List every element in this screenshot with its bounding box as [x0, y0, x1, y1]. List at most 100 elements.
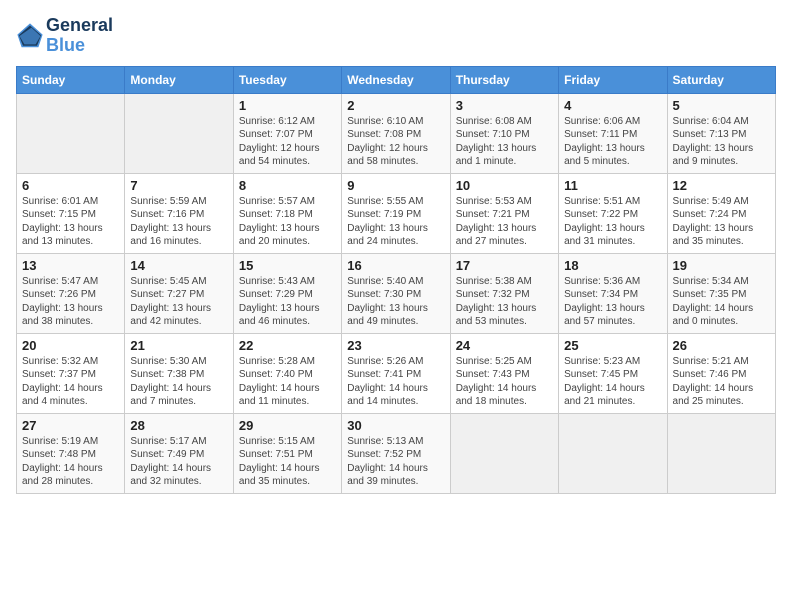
calendar-cell: 12 Sunrise: 5:49 AM Sunset: 7:24 PM Dayli…	[667, 173, 775, 253]
calendar-cell: 15Sunrise: 5:43 AM Sunset: 7:29 PM Dayli…	[233, 253, 341, 333]
logo-text: GeneralBlue	[46, 16, 113, 56]
calendar-header-monday: Monday	[125, 66, 233, 93]
day-info: Sunrise: 5:43 AM Sunset: 7:29 PM Dayligh…	[239, 275, 336, 329]
day-info: Sunrise: 5:53 AM Sunset: 7:21 PM Dayligh…	[456, 195, 553, 249]
calendar-week-row: 13 Sunrise: 5:47 AM Sunset: 7:26 PM Dayli…	[17, 253, 776, 333]
calendar-cell: 16 Sunrise: 5:40 AM Sunset: 7:30 PM Dayli…	[342, 253, 450, 333]
calendar-header-row: SundayMondayTuesdayWednesdayThursdayFrid…	[17, 66, 776, 93]
calendar-cell: 11Sunrise: 5:51 AM Sunset: 7:22 PM Dayli…	[559, 173, 667, 253]
calendar-cell: 25 Sunrise: 5:23 AM Sunset: 7:45 PM Dayli…	[559, 333, 667, 413]
day-info: Sunrise: 5:21 AM Sunset: 7:46 PM Dayligh…	[673, 355, 770, 409]
page-header: GeneralBlue	[16, 16, 776, 56]
calendar-cell: 4 Sunrise: 6:06 AM Sunset: 7:11 PM Daylig…	[559, 93, 667, 173]
day-info: Sunrise: 5:55 AM Sunset: 7:19 PM Dayligh…	[347, 195, 444, 249]
calendar-cell: 18 Sunrise: 5:36 AM Sunset: 7:34 PM Dayli…	[559, 253, 667, 333]
day-number: 10	[456, 178, 553, 193]
day-number: 1	[239, 98, 336, 113]
day-info: Sunrise: 5:30 AM Sunset: 7:38 PM Dayligh…	[130, 355, 227, 409]
calendar-week-row: 20 Sunrise: 5:32 AM Sunset: 7:37 PM Dayli…	[17, 333, 776, 413]
day-number: 21	[130, 338, 227, 353]
calendar-week-row: 27Sunrise: 5:19 AM Sunset: 7:48 PM Dayli…	[17, 413, 776, 493]
day-number: 20	[22, 338, 119, 353]
calendar-cell: 13 Sunrise: 5:47 AM Sunset: 7:26 PM Dayli…	[17, 253, 125, 333]
calendar-header-friday: Friday	[559, 66, 667, 93]
day-info: Sunrise: 5:57 AM Sunset: 7:18 PM Dayligh…	[239, 195, 336, 249]
logo: GeneralBlue	[16, 16, 113, 56]
day-number: 24	[456, 338, 553, 353]
day-number: 13	[22, 258, 119, 273]
calendar-cell: 17Sunrise: 5:38 AM Sunset: 7:32 PM Dayli…	[450, 253, 558, 333]
logo-icon	[16, 22, 44, 50]
calendar-cell: 5 Sunrise: 6:04 AM Sunset: 7:13 PM Daylig…	[667, 93, 775, 173]
day-number: 17	[456, 258, 553, 273]
day-number: 22	[239, 338, 336, 353]
day-info: Sunrise: 6:12 AM Sunset: 7:07 PM Dayligh…	[239, 115, 336, 169]
calendar-week-row: 1 Sunrise: 6:12 AM Sunset: 7:07 PM Daylig…	[17, 93, 776, 173]
day-info: Sunrise: 5:36 AM Sunset: 7:34 PM Dayligh…	[564, 275, 661, 329]
day-info: Sunrise: 6:01 AM Sunset: 7:15 PM Dayligh…	[22, 195, 119, 249]
day-number: 14	[130, 258, 227, 273]
calendar-cell	[450, 413, 558, 493]
calendar-cell: 22 Sunrise: 5:28 AM Sunset: 7:40 PM Dayli…	[233, 333, 341, 413]
day-number: 18	[564, 258, 661, 273]
day-info: Sunrise: 5:40 AM Sunset: 7:30 PM Dayligh…	[347, 275, 444, 329]
day-info: Sunrise: 5:28 AM Sunset: 7:40 PM Dayligh…	[239, 355, 336, 409]
calendar-header-sunday: Sunday	[17, 66, 125, 93]
day-number: 30	[347, 418, 444, 433]
day-info: Sunrise: 5:59 AM Sunset: 7:16 PM Dayligh…	[130, 195, 227, 249]
calendar-cell: 20 Sunrise: 5:32 AM Sunset: 7:37 PM Dayli…	[17, 333, 125, 413]
calendar-cell: 27Sunrise: 5:19 AM Sunset: 7:48 PM Dayli…	[17, 413, 125, 493]
calendar-cell: 6 Sunrise: 6:01 AM Sunset: 7:15 PM Daylig…	[17, 173, 125, 253]
day-number: 4	[564, 98, 661, 113]
day-number: 8	[239, 178, 336, 193]
day-number: 12	[673, 178, 770, 193]
calendar-cell	[667, 413, 775, 493]
calendar-week-row: 6 Sunrise: 6:01 AM Sunset: 7:15 PM Daylig…	[17, 173, 776, 253]
day-info: Sunrise: 5:49 AM Sunset: 7:24 PM Dayligh…	[673, 195, 770, 249]
day-number: 7	[130, 178, 227, 193]
calendar-header-saturday: Saturday	[667, 66, 775, 93]
day-number: 19	[673, 258, 770, 273]
day-info: Sunrise: 6:08 AM Sunset: 7:10 PM Dayligh…	[456, 115, 553, 169]
day-info: Sunrise: 5:15 AM Sunset: 7:51 PM Dayligh…	[239, 435, 336, 489]
calendar-cell: 23Sunrise: 5:26 AM Sunset: 7:41 PM Dayli…	[342, 333, 450, 413]
calendar-cell: 19Sunrise: 5:34 AM Sunset: 7:35 PM Dayli…	[667, 253, 775, 333]
day-info: Sunrise: 5:51 AM Sunset: 7:22 PM Dayligh…	[564, 195, 661, 249]
calendar-cell: 3Sunrise: 6:08 AM Sunset: 7:10 PM Daylig…	[450, 93, 558, 173]
day-info: Sunrise: 5:13 AM Sunset: 7:52 PM Dayligh…	[347, 435, 444, 489]
day-number: 23	[347, 338, 444, 353]
calendar-cell: 29 Sunrise: 5:15 AM Sunset: 7:51 PM Dayli…	[233, 413, 341, 493]
day-info: Sunrise: 5:17 AM Sunset: 7:49 PM Dayligh…	[130, 435, 227, 489]
day-info: Sunrise: 5:32 AM Sunset: 7:37 PM Dayligh…	[22, 355, 119, 409]
day-number: 27	[22, 418, 119, 433]
calendar-table: SundayMondayTuesdayWednesdayThursdayFrid…	[16, 66, 776, 494]
calendar-cell: 21 Sunrise: 5:30 AM Sunset: 7:38 PM Dayli…	[125, 333, 233, 413]
day-number: 5	[673, 98, 770, 113]
day-info: Sunrise: 5:47 AM Sunset: 7:26 PM Dayligh…	[22, 275, 119, 329]
day-number: 6	[22, 178, 119, 193]
day-info: Sunrise: 5:45 AM Sunset: 7:27 PM Dayligh…	[130, 275, 227, 329]
calendar-cell: 30 Sunrise: 5:13 AM Sunset: 7:52 PM Dayli…	[342, 413, 450, 493]
day-info: Sunrise: 5:23 AM Sunset: 7:45 PM Dayligh…	[564, 355, 661, 409]
calendar-cell	[559, 413, 667, 493]
day-number: 16	[347, 258, 444, 273]
calendar-cell: 9Sunrise: 5:55 AM Sunset: 7:19 PM Daylig…	[342, 173, 450, 253]
day-number: 26	[673, 338, 770, 353]
day-number: 29	[239, 418, 336, 433]
day-info: Sunrise: 6:04 AM Sunset: 7:13 PM Dayligh…	[673, 115, 770, 169]
calendar-cell: 7 Sunrise: 5:59 AM Sunset: 7:16 PM Daylig…	[125, 173, 233, 253]
calendar-cell: 8 Sunrise: 5:57 AM Sunset: 7:18 PM Daylig…	[233, 173, 341, 253]
calendar-cell	[125, 93, 233, 173]
calendar-header-wednesday: Wednesday	[342, 66, 450, 93]
calendar-cell: 2 Sunrise: 6:10 AM Sunset: 7:08 PM Daylig…	[342, 93, 450, 173]
calendar-cell: 26 Sunrise: 5:21 AM Sunset: 7:46 PM Dayli…	[667, 333, 775, 413]
day-number: 28	[130, 418, 227, 433]
calendar-header-thursday: Thursday	[450, 66, 558, 93]
day-number: 25	[564, 338, 661, 353]
calendar-cell: 1 Sunrise: 6:12 AM Sunset: 7:07 PM Daylig…	[233, 93, 341, 173]
day-info: Sunrise: 6:06 AM Sunset: 7:11 PM Dayligh…	[564, 115, 661, 169]
day-number: 2	[347, 98, 444, 113]
calendar-cell: 24Sunrise: 5:25 AM Sunset: 7:43 PM Dayli…	[450, 333, 558, 413]
calendar-header-tuesday: Tuesday	[233, 66, 341, 93]
day-info: Sunrise: 6:10 AM Sunset: 7:08 PM Dayligh…	[347, 115, 444, 169]
